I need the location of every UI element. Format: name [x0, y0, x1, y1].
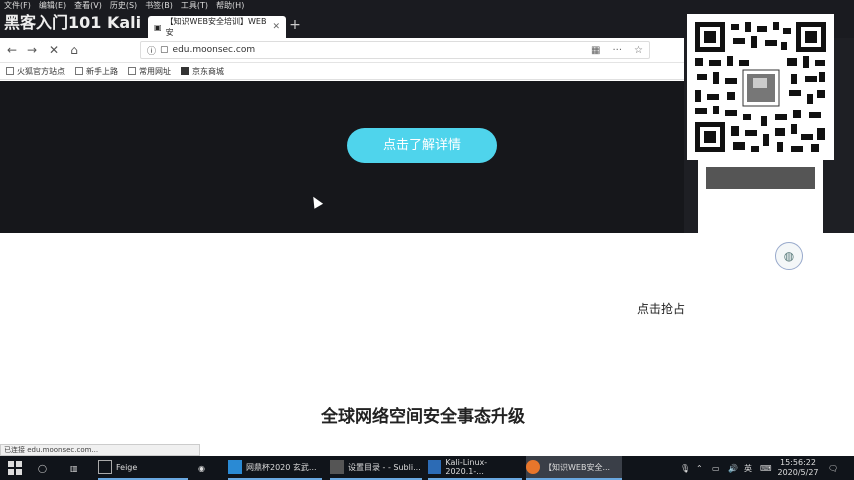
promo-panel: [698, 160, 823, 233]
menu-view[interactable]: 查看(V): [74, 0, 102, 12]
taskbar-pinned-app[interactable]: ◉: [198, 456, 205, 480]
search-button[interactable]: ◯: [38, 456, 47, 480]
firefox-icon: [526, 460, 540, 474]
learn-more-button[interactable]: 点击了解详情: [347, 128, 497, 163]
start-button[interactable]: [8, 456, 22, 480]
taskbar-app-sublime[interactable]: 设置目录 - - Subli...: [330, 456, 422, 480]
clock-date: 2020/5/27: [777, 468, 819, 477]
taskbar-app-firefox[interactable]: 【知识WEB安全...: [526, 456, 622, 480]
app-circle-icon: ◉: [198, 463, 205, 473]
vmware-icon: [428, 460, 442, 474]
grab-link[interactable]: 点击抢占: [637, 300, 685, 317]
bookmarks-toolbar: 火狐官方站点 新手上路 常用网址 京东商城: [0, 63, 684, 80]
system-clock[interactable]: 15:56:22 2020/5/27: [776, 458, 820, 478]
hero-banner: [0, 81, 684, 233]
bookmark-item[interactable]: 常用网址: [128, 66, 171, 77]
taskbar-app-kali[interactable]: Kali-Linux-2020.1-...: [428, 456, 522, 480]
jd-logo-icon: [181, 67, 189, 75]
tab-title: 【知识WEB安全培训】WEB安: [165, 17, 267, 37]
browser-status-bar: 已连接 edu.moonsec.com...: [0, 444, 200, 456]
folder-icon: [75, 67, 83, 75]
microphone-icon[interactable]: 🎙: [680, 456, 690, 480]
qr-code-icon: [691, 18, 830, 156]
folder-icon: [6, 67, 14, 75]
page-favicon-icon: ▣: [154, 22, 162, 32]
qr-code-card: [687, 14, 834, 160]
menu-help[interactable]: 帮助(H): [216, 0, 244, 12]
bookmark-star-icon[interactable]: ☆: [634, 45, 643, 56]
folder-icon: [128, 67, 136, 75]
notification-icon[interactable]: 🗨: [828, 456, 838, 480]
menu-history[interactable]: 历史(S): [110, 0, 137, 12]
feige-icon: [98, 460, 112, 474]
app-icon: [228, 460, 242, 474]
taskbar-app-wangding[interactable]: 网鼎杯2020 玄武...: [228, 456, 322, 480]
task-view-button[interactable]: ▥: [70, 456, 78, 480]
task-view-icon: ▥: [70, 463, 78, 473]
volume-icon[interactable]: 🔊: [728, 456, 738, 480]
new-tab-icon[interactable]: +: [288, 18, 302, 32]
clock-time: 15:56:22: [780, 458, 816, 467]
sublime-icon: [330, 460, 344, 474]
bookmark-item[interactable]: 火狐官方站点: [6, 66, 65, 77]
menu-bookmarks[interactable]: 书签(B): [145, 0, 173, 12]
windows-taskbar: ◯ ▥ Feige ◉ 网鼎杯2020 玄武... 设置目录 - - Subli…: [0, 456, 854, 480]
close-icon[interactable]: ✕: [272, 22, 280, 32]
more-actions-icon[interactable]: ···: [612, 45, 622, 56]
taskbar-app-feige[interactable]: Feige: [98, 456, 188, 480]
network-icon[interactable]: ▭: [712, 456, 720, 480]
section-heading: 全球网络空间安全事态升级: [321, 407, 525, 427]
bookmark-item[interactable]: 新手上路: [75, 66, 118, 77]
address-bar[interactable]: ⓘ ▢ edu.moonsec.com ▦ ··· ☆: [140, 41, 650, 59]
menu-edit[interactable]: 编辑(E): [39, 0, 66, 12]
input-method[interactable]: 英: [744, 456, 752, 480]
search-icon: ◯: [38, 463, 47, 473]
stop-icon[interactable]: ✕: [46, 42, 62, 58]
qrcode-icon[interactable]: ▦: [591, 45, 600, 56]
bookmark-item[interactable]: 京东商城: [181, 66, 224, 77]
browser-tab-active[interactable]: ▣ 【知识WEB安全培训】WEB安 ✕: [148, 16, 286, 38]
site-info-icon[interactable]: ⓘ: [147, 44, 156, 57]
navigation-bar: ← → ✕ ⌂ ⓘ ▢ edu.moonsec.com ▦ ··· ☆: [0, 38, 684, 63]
menu-tools[interactable]: 工具(T): [181, 0, 208, 12]
chat-badge-icon[interactable]: ◍: [775, 242, 803, 270]
promo-image: [706, 167, 815, 189]
forward-arrow-icon[interactable]: →: [24, 42, 40, 58]
menu-file[interactable]: 文件(F): [4, 0, 31, 12]
menu-bar: 文件(F) 编辑(E) 查看(V) 历史(S) 书签(B) 工具(T) 帮助(H…: [0, 0, 854, 12]
video-title-overlay: 黑客入门101 Kali: [4, 13, 142, 32]
home-icon[interactable]: ⌂: [66, 42, 82, 58]
windows-logo-icon: [8, 461, 22, 475]
url-text[interactable]: edu.moonsec.com: [173, 45, 256, 55]
tray-expand-icon[interactable]: ⌃: [696, 456, 703, 480]
lock-icon: ▢: [160, 45, 169, 55]
back-arrow-icon[interactable]: ←: [4, 42, 20, 58]
keyboard-icon[interactable]: ⌨: [760, 456, 772, 480]
